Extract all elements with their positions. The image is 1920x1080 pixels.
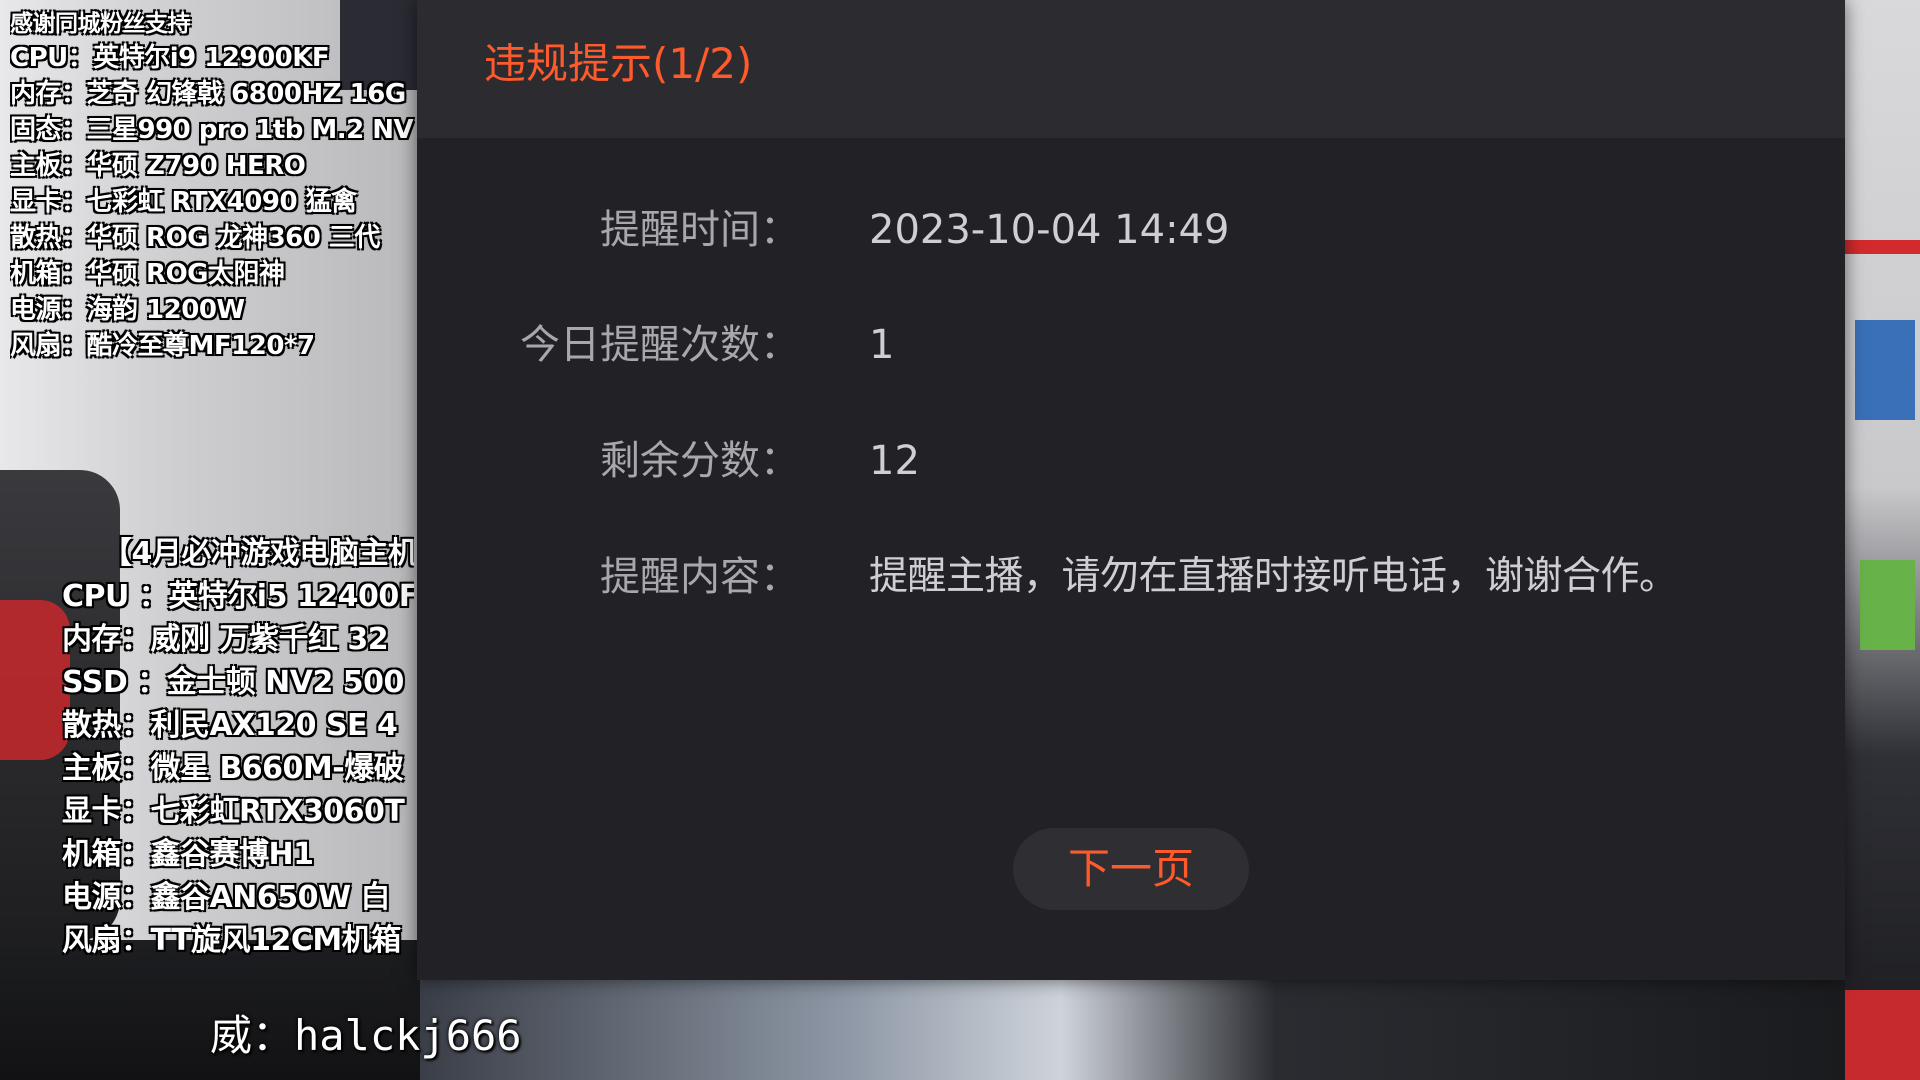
overlay-line: 主板：华硕 Z790 HERO xyxy=(10,151,306,181)
overlay-line: 散热：利民AX120 SE 4 xyxy=(62,708,398,743)
overlay-line: 风扇：酷冷至尊MF120*7 xyxy=(10,331,315,361)
remaining-score-label: 剩余分数： xyxy=(600,438,800,484)
contact-watermark: 威：halckj666 xyxy=(210,1011,522,1060)
spec-overlay-top: 感谢同城粉丝支持 CPU：英特尔i9 12900KF 内存：芝奇 幻锋戟 680… xyxy=(10,8,415,364)
reminder-content-value: 提醒主播，请勿在直播时接听电话，谢谢合作。 xyxy=(869,554,1678,599)
reminder-time-row: 提醒时间： 2023-10-04 14:49 xyxy=(417,200,1845,260)
dialog-header: 违规提示(1/2) xyxy=(417,0,1845,138)
dialog-title: 违规提示(1/2) xyxy=(484,39,753,88)
next-page-button[interactable]: 下一页 xyxy=(1013,828,1249,910)
reminder-content-label: 提醒内容： xyxy=(600,554,800,600)
overlay-line: 电源：海韵 1200W xyxy=(10,295,245,325)
overlay-line: 电源：鑫谷AN650W 白 xyxy=(62,880,390,915)
overlay-line: 显卡：七彩虹RTX3060T xyxy=(62,794,405,829)
background-red-stripe xyxy=(1845,240,1920,254)
reminder-count-row: 今日提醒次数： 1 xyxy=(417,315,1845,375)
violation-dialog: 违规提示(1/2) 提醒时间： 2023-10-04 14:49 今日提醒次数：… xyxy=(417,0,1845,980)
reminder-time-value: 2023-10-04 14:49 xyxy=(869,207,1230,253)
background-chair-accent xyxy=(0,600,70,760)
background-shelf-right xyxy=(1845,0,1920,1080)
overlay-line: 机箱：华硕 ROG太阳神 xyxy=(10,259,285,289)
overlay-line: 固态：三星990 pro 1tb M.2 NV xyxy=(10,115,414,145)
remaining-score-value: 12 xyxy=(869,438,920,484)
spec-overlay-middle: 【4月必冲游戏电脑主机 CPU ：英特尔i5 12400F 内存：威刚 万紫千红… xyxy=(62,532,414,962)
overlay-line: CPU：英特尔i9 12900KF xyxy=(10,43,330,73)
overlay-line: 散热：华硕 ROG 龙神360 三代 xyxy=(10,223,380,253)
reminder-count-label: 今日提醒次数： xyxy=(520,322,800,368)
overlay-line: SSD ：金士顿 NV2 500 xyxy=(62,665,404,700)
background-blue-box xyxy=(1855,320,1915,420)
reminder-content-row: 提醒内容： 提醒主播，请勿在直播时接听电话，谢谢合作。 xyxy=(417,547,1845,607)
reminder-time-label: 提醒时间： xyxy=(600,207,800,253)
overlay-line: 显卡：七彩虹 RTX4090 猛禽 xyxy=(10,187,357,217)
background-desk-strip xyxy=(420,980,1845,1080)
overlay-heading: 【4月必冲游戏电脑主机 xyxy=(102,536,414,571)
overlay-line: 内存：威刚 万紫千红 32 xyxy=(62,622,389,657)
overlay-line: 感谢同城粉丝支持 xyxy=(10,11,191,37)
overlay-line: 风扇：TT旋风12CM机箱 xyxy=(62,923,401,958)
overlay-line: CPU ：英特尔i5 12400F xyxy=(62,579,414,614)
overlay-line: 主板：微星 B660M-爆破 xyxy=(62,751,404,786)
remaining-score-row: 剩余分数： 12 xyxy=(417,431,1845,491)
reminder-count-value: 1 xyxy=(869,322,895,368)
overlay-line: 内存：芝奇 幻锋戟 6800HZ 16G xyxy=(10,79,406,109)
background-green-box xyxy=(1860,560,1915,650)
overlay-line: 机箱：鑫谷赛博H1 xyxy=(62,837,314,872)
